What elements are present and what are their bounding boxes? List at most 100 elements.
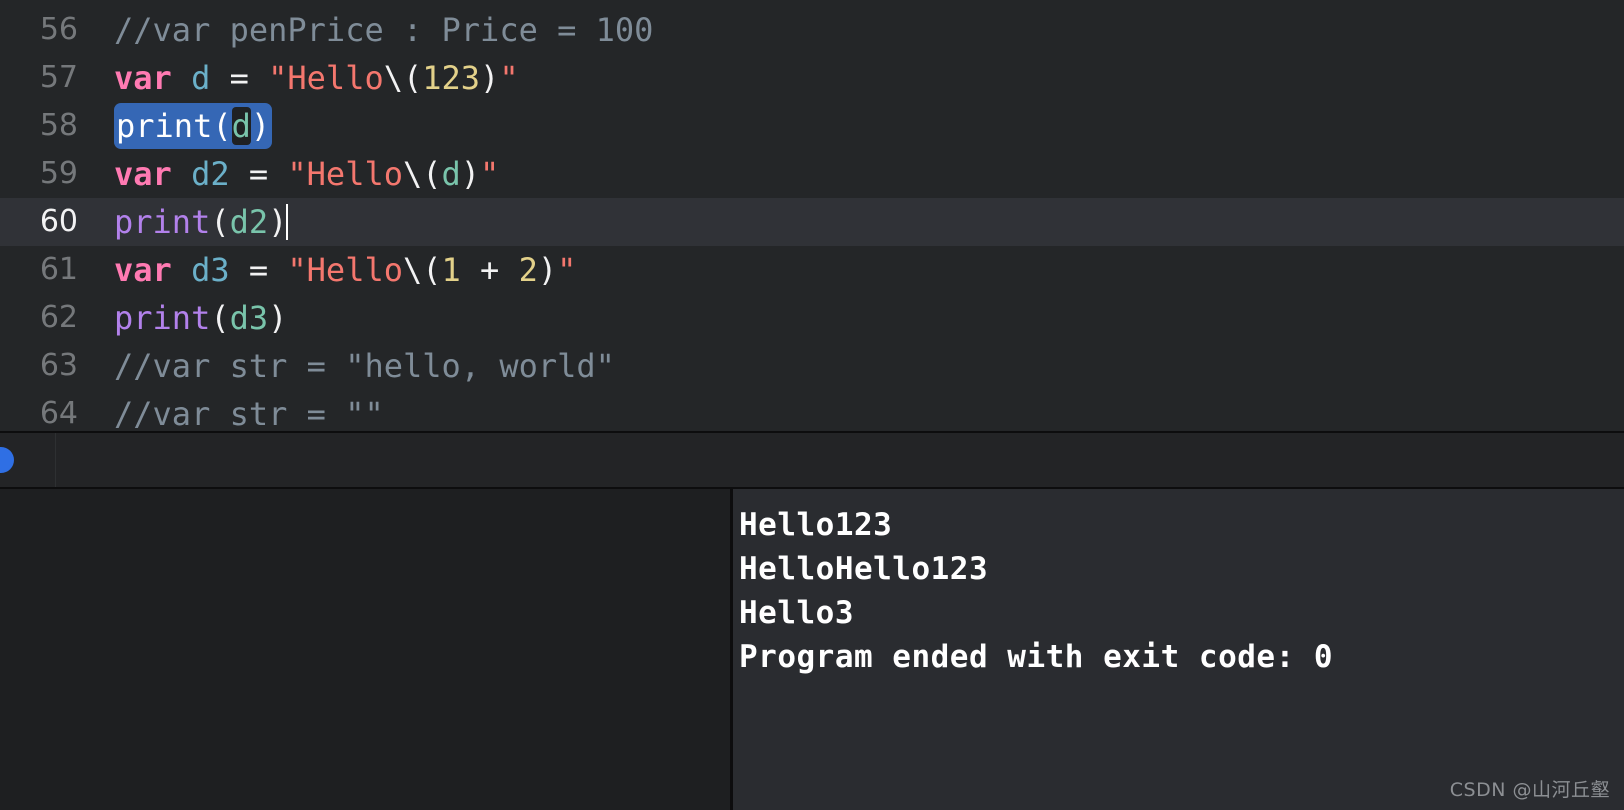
token-plain: \(	[402, 155, 442, 193]
code-line-text[interactable]: print(d)	[114, 102, 273, 150]
code-line[interactable]: 61 var d3 = "Hello\(1 + 2)"	[0, 246, 1624, 294]
token-number: 2	[518, 251, 538, 289]
token-plain: )	[460, 155, 481, 193]
token-var: d	[441, 155, 461, 193]
token-string: "Hello	[287, 251, 403, 289]
token-plain: )	[480, 59, 500, 97]
variables-view-pane[interactable]	[0, 489, 733, 810]
token-group: print(d2)	[114, 203, 287, 241]
token-var: d2	[229, 203, 269, 241]
token-plain: =	[248, 155, 269, 193]
blue-indicator-icon[interactable]	[0, 447, 14, 473]
console-line: HelloHello123	[739, 551, 989, 587]
console-line: Program ended with exit code: 0	[739, 639, 1334, 675]
code-line-text[interactable]: var d = "Hello\(123)"	[114, 54, 519, 102]
token-func: print	[114, 299, 211, 337]
token-plain: =	[229, 59, 249, 97]
token-group: var d3 = "Hello\(1 + 2)"	[114, 251, 576, 289]
token-var: d	[231, 107, 251, 145]
code-line[interactable]: 59 var d2 = "Hello\(d)"	[0, 150, 1624, 198]
debug-toolbar[interactable]	[0, 431, 1624, 487]
token-decl: d	[191, 59, 211, 97]
token-group: //var penPrice : Price = 100	[114, 11, 653, 49]
line-number: 56	[39, 12, 78, 47]
source-editor[interactable]: 56 //var penPrice : Price = 100 57 var d = …	[0, 0, 1624, 431]
token-number: 123	[422, 59, 481, 97]
token-plain: =	[248, 251, 269, 289]
token-group: //var str = "hello, world"	[114, 347, 615, 385]
token-group: //var str = ""	[114, 395, 384, 431]
code-line[interactable]: 57 var d = "Hello\(123)"	[0, 54, 1624, 102]
token-group: var d2 = "Hello\(d)"	[114, 155, 499, 193]
console-output-pane[interactable]: Hello123 HelloHello123 Hello3 Program ended…	[733, 489, 1624, 810]
token-group: var d = "Hello\(123)"	[114, 59, 519, 97]
token-plain: +	[460, 251, 519, 289]
token-keyword: var	[114, 59, 172, 97]
line-number: 59	[39, 156, 78, 191]
csdn-watermark: CSDN @山河丘壑	[1449, 779, 1610, 801]
line-number: 62	[39, 300, 78, 335]
xcode-window: 56 //var penPrice : Price = 100 57 var d = …	[0, 0, 1624, 810]
token-comment: //var str = ""	[114, 395, 384, 431]
token-plain: \(	[402, 251, 442, 289]
line-number: 60	[39, 204, 78, 239]
code-line-text[interactable]: var d2 = "Hello\(d)"	[114, 150, 499, 198]
code-line[interactable]: 60 print(d2)	[0, 198, 1624, 246]
token-plain: )	[268, 203, 288, 241]
token-plain: )	[250, 107, 271, 145]
console-line: Hello3	[739, 595, 854, 631]
code-line-text[interactable]: //var str = ""	[114, 390, 384, 431]
token-string: "Hello	[287, 155, 403, 193]
token-number: 1	[441, 251, 461, 289]
console-line-list: Hello123 HelloHello123 Hello3 Program ended…	[739, 503, 1624, 679]
token-plain: \(	[383, 59, 423, 97]
code-line-list[interactable]: 56 //var penPrice : Price = 100 57 var d = …	[0, 6, 1624, 431]
code-line[interactable]: 64 //var str = ""	[0, 390, 1624, 431]
code-line[interactable]: 62 print(d3)	[0, 294, 1624, 342]
code-line-text[interactable]: var d3 = "Hello\(1 + 2)"	[114, 246, 576, 294]
token-string: "	[557, 251, 577, 289]
debug-area: Hello123 HelloHello123 Hello3 Program ended…	[0, 487, 1624, 810]
line-number: 64	[39, 396, 78, 431]
line-number: 57	[39, 60, 78, 95]
token-decl: d2	[191, 155, 230, 193]
token-string: "Hello	[268, 59, 384, 97]
code-line[interactable]: 56 //var penPrice : Price = 100	[0, 6, 1624, 54]
token-plain: (	[212, 107, 232, 145]
debug-toolbar-divider	[55, 433, 56, 487]
token-func: print	[116, 107, 213, 145]
console-line: Hello123	[739, 507, 893, 543]
token-group: print(d3)	[114, 299, 287, 337]
code-line-text[interactable]: print(d2)	[114, 198, 289, 246]
token-string: "	[499, 59, 519, 97]
token-decl: d3	[191, 251, 230, 289]
line-number: 61	[39, 252, 78, 287]
code-line[interactable]: 63 //var str = "hello, world"	[0, 342, 1624, 390]
code-line-text[interactable]: print(d3)	[114, 294, 287, 342]
token-func: print	[114, 203, 211, 241]
token-plain: (	[210, 299, 230, 337]
token-comment: //var penPrice : Price = 100	[114, 11, 654, 49]
code-line-text[interactable]: //var penPrice : Price = 100	[114, 6, 653, 54]
token-var: d3	[229, 299, 269, 337]
token-keyword: var	[114, 251, 172, 289]
token-string: "	[480, 155, 500, 193]
token-plain: )	[537, 251, 558, 289]
text-selection[interactable]: print(d)	[114, 103, 273, 149]
text-cursor	[286, 204, 289, 240]
token-comment: //var str = "hello, world"	[114, 347, 615, 385]
token-plain: )	[268, 299, 288, 337]
code-line[interactable]: 58 print(d)	[0, 102, 1624, 150]
token-keyword: var	[114, 155, 172, 193]
line-number: 63	[39, 348, 78, 383]
code-line-text[interactable]: //var str = "hello, world"	[114, 342, 615, 390]
